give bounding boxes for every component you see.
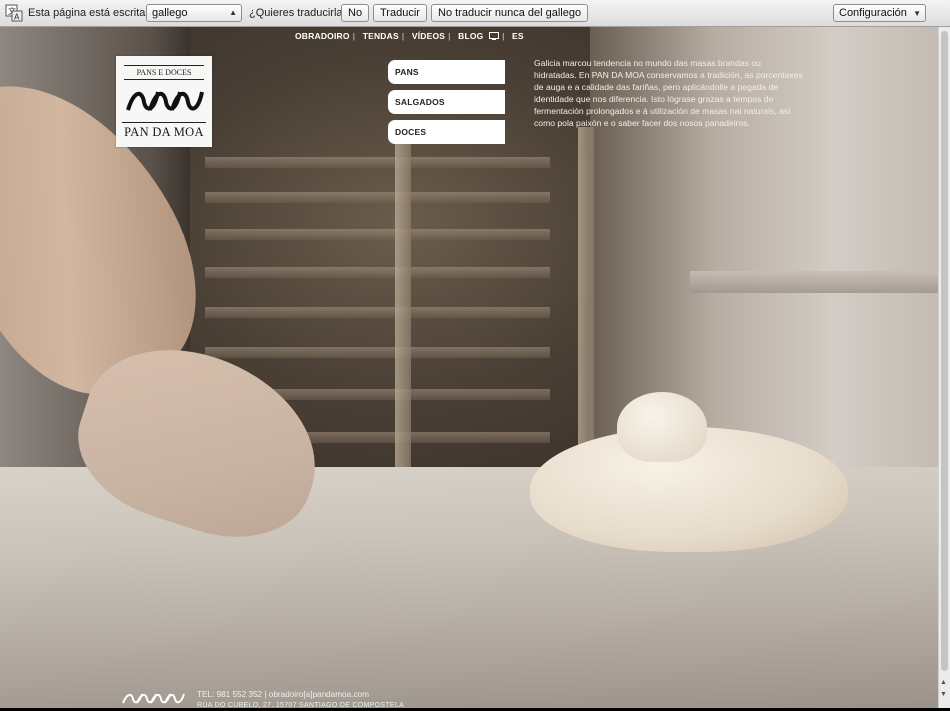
svg-text:A: A xyxy=(14,13,20,22)
nav-videos[interactable]: VÍDEOS xyxy=(412,31,445,41)
nav-language-es[interactable]: ES xyxy=(512,31,524,41)
menu-item-doces[interactable]: DOCES xyxy=(388,120,505,144)
nav-tendas[interactable]: TENDAS xyxy=(363,31,399,41)
menu-item-pans[interactable]: PANS xyxy=(388,60,505,84)
menu-item-salgados[interactable]: SALGADOS xyxy=(388,90,505,114)
nav-obradoiro[interactable]: OBRADOIRO xyxy=(295,31,350,41)
logo-tagline: PANS E DOCES xyxy=(124,65,204,80)
translate-question: ¿Quieres traducirla? xyxy=(249,7,349,19)
footer-address: RÚA DO CUBELO, 27. 15707 SANTIAGO DE COM… xyxy=(197,702,405,709)
vertical-scrollbar[interactable]: ▲ ▼ xyxy=(938,27,950,708)
wave-logo-icon xyxy=(126,91,204,111)
scroll-up-icon[interactable]: ▲ xyxy=(940,679,947,686)
no-button[interactable]: No xyxy=(341,4,370,22)
footer-phone-email: TEL: 981 552 352 | obradoiro[a]pandamoa.… xyxy=(197,690,369,699)
never-translate-button[interactable]: No traducir nunca del gallego xyxy=(431,4,589,22)
select-arrows-icon: ▲ xyxy=(229,8,237,17)
footer-logo-icon xyxy=(122,693,185,704)
translate-bar: 文 A Esta página está escrita en gallego … xyxy=(0,0,950,27)
scroll-down-icon[interactable]: ▼ xyxy=(940,691,947,698)
intro-text: Galicia marcou tendencia no mundo das ma… xyxy=(534,58,803,128)
scrollbar-thumb[interactable] xyxy=(941,31,948,671)
translate-button[interactable]: Traducir xyxy=(373,4,427,22)
site-top-nav: OBRADOIRO | TENDAS | VÍDEOS | BLOG | ES xyxy=(295,31,524,41)
settings-select[interactable]: Configuración ▼ xyxy=(833,4,926,22)
settings-label: Configuración xyxy=(839,7,907,19)
nav-blog[interactable]: BLOG xyxy=(458,31,483,41)
language-select-value: gallego xyxy=(152,7,188,19)
pan-da-moa-logo[interactable]: PANS E DOCES PAN DA MOA xyxy=(116,56,212,147)
dropdown-arrow-icon: ▼ xyxy=(913,9,921,18)
logo-name: PAN DA MOA xyxy=(122,122,206,140)
monitor-icon xyxy=(489,32,500,40)
language-prefix: Esta página está escrita en xyxy=(28,7,161,19)
translate-icon: 文 A xyxy=(5,4,23,22)
language-select[interactable]: gallego ▲ xyxy=(146,4,242,22)
